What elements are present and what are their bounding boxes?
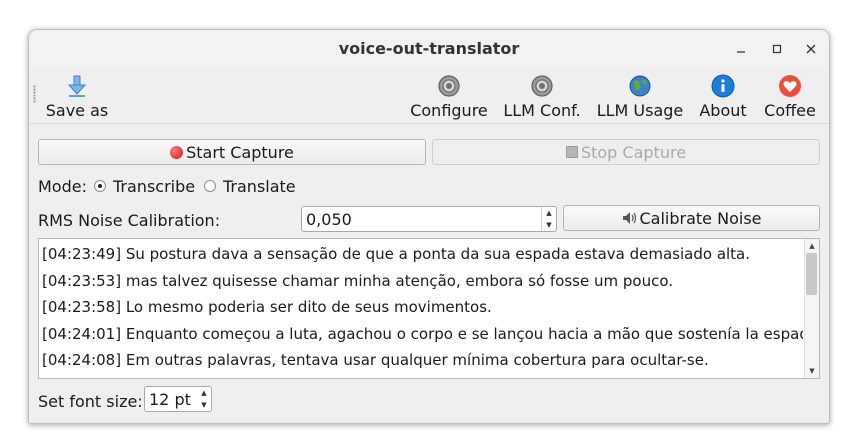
transcript-line: [04:23:49] Su postura dava a sensação de…: [42, 245, 751, 263]
configure-label: Configure: [410, 101, 488, 120]
calibrate-noise-button[interactable]: Calibrate Noise: [563, 205, 820, 231]
minimize-icon: [737, 51, 745, 53]
spin-down-arrow-icon[interactable]: ▼: [197, 399, 211, 411]
rms-noise-value[interactable]: 0,050: [306, 210, 352, 229]
about-label: About: [699, 101, 747, 120]
app-window: voice-out-translator Save as Configure L…: [28, 29, 830, 424]
save-as-button[interactable]: Save as: [46, 67, 108, 123]
rms-noise-spinbox[interactable]: 0,050 ▲ ▼: [301, 206, 557, 232]
gear-icon: [438, 75, 460, 97]
maximize-button[interactable]: [766, 38, 788, 60]
start-capture-label: Start Capture: [186, 142, 294, 162]
transcript-line: [04:23:53] mas talvez quisesse chamar mi…: [42, 271, 674, 290]
vertical-scrollbar[interactable]: ▲ ▼: [804, 239, 819, 378]
llm-usage-label: LLM Usage: [596, 101, 684, 120]
speaker-icon: [622, 212, 636, 224]
window-title: voice-out-translator: [338, 39, 520, 58]
llm-conf-button[interactable]: LLM Conf.: [502, 67, 582, 123]
scroll-thumb[interactable]: [806, 253, 817, 295]
transcript-line: [04:24:08] Em outras palavras, tentava u…: [42, 351, 709, 369]
translate-option-label[interactable]: Translate: [223, 177, 296, 196]
gear-icon: [531, 75, 553, 97]
font-size-label: Set font size:: [38, 392, 143, 411]
font-size-spinbox[interactable]: 12 pt ▲ ▼: [144, 386, 212, 412]
llm-conf-label: LLM Conf.: [503, 101, 581, 120]
spin-up-arrow-icon[interactable]: ▲: [197, 387, 211, 399]
stop-capture-button[interactable]: Stop Capture: [432, 139, 820, 165]
spin-down-arrow-icon[interactable]: ▼: [542, 219, 556, 231]
transcript-lines: [04:23:49] Su postura dava a sensação de…: [42, 241, 803, 374]
toolbar-separator: [29, 123, 829, 124]
info-icon: [711, 74, 735, 98]
heart-icon: [779, 75, 801, 97]
calibrate-noise-label: Calibrate Noise: [639, 208, 762, 228]
rms-noise-label: RMS Noise Calibration:: [38, 211, 221, 230]
llm-usage-button[interactable]: LLM Usage: [595, 67, 685, 123]
transcript-line: [04:23:58] Lo mesmo poderia ser dito de …: [42, 298, 492, 316]
spin-up-arrow-icon[interactable]: ▲: [542, 207, 556, 219]
close-icon: [806, 44, 816, 54]
transcribe-option-label[interactable]: Transcribe: [113, 177, 195, 196]
toolbar-grip[interactable]: [33, 85, 36, 103]
about-button[interactable]: About: [697, 67, 749, 123]
transcript-log[interactable]: [04:23:49] Su postura dava a sensação de…: [38, 238, 820, 379]
save-as-label: Save as: [45, 101, 109, 120]
toolbar: Save as Configure LLM Conf. LLM Usage Ab…: [29, 67, 829, 123]
configure-button[interactable]: Configure: [408, 67, 490, 123]
maximize-icon: [772, 44, 782, 54]
coffee-label: Coffee: [764, 101, 816, 120]
start-capture-button[interactable]: Start Capture: [38, 139, 426, 165]
title-bar: voice-out-translator: [29, 30, 829, 67]
transcribe-radio[interactable]: [94, 180, 106, 192]
download-arrow-icon: [67, 75, 87, 97]
scroll-up-arrow-icon[interactable]: ▲: [805, 239, 819, 253]
minimize-button[interactable]: [730, 38, 752, 60]
stop-capture-label: Stop Capture: [580, 142, 687, 162]
rms-noise-stepper[interactable]: ▲ ▼: [541, 207, 556, 231]
transcript-line: [04:24:01] Enquanto começou a luta, agac…: [42, 324, 803, 343]
record-icon: [170, 145, 184, 159]
globe-icon: [629, 75, 651, 97]
mode-label: Mode:: [38, 177, 87, 196]
stop-icon: [565, 146, 578, 158]
translate-radio[interactable]: [204, 180, 216, 192]
close-button[interactable]: [800, 38, 822, 60]
scroll-down-arrow-icon[interactable]: ▼: [805, 364, 819, 378]
font-size-value[interactable]: 12 pt: [149, 390, 191, 409]
coffee-button[interactable]: Coffee: [760, 67, 820, 123]
font-size-stepper[interactable]: ▲ ▼: [197, 387, 211, 411]
